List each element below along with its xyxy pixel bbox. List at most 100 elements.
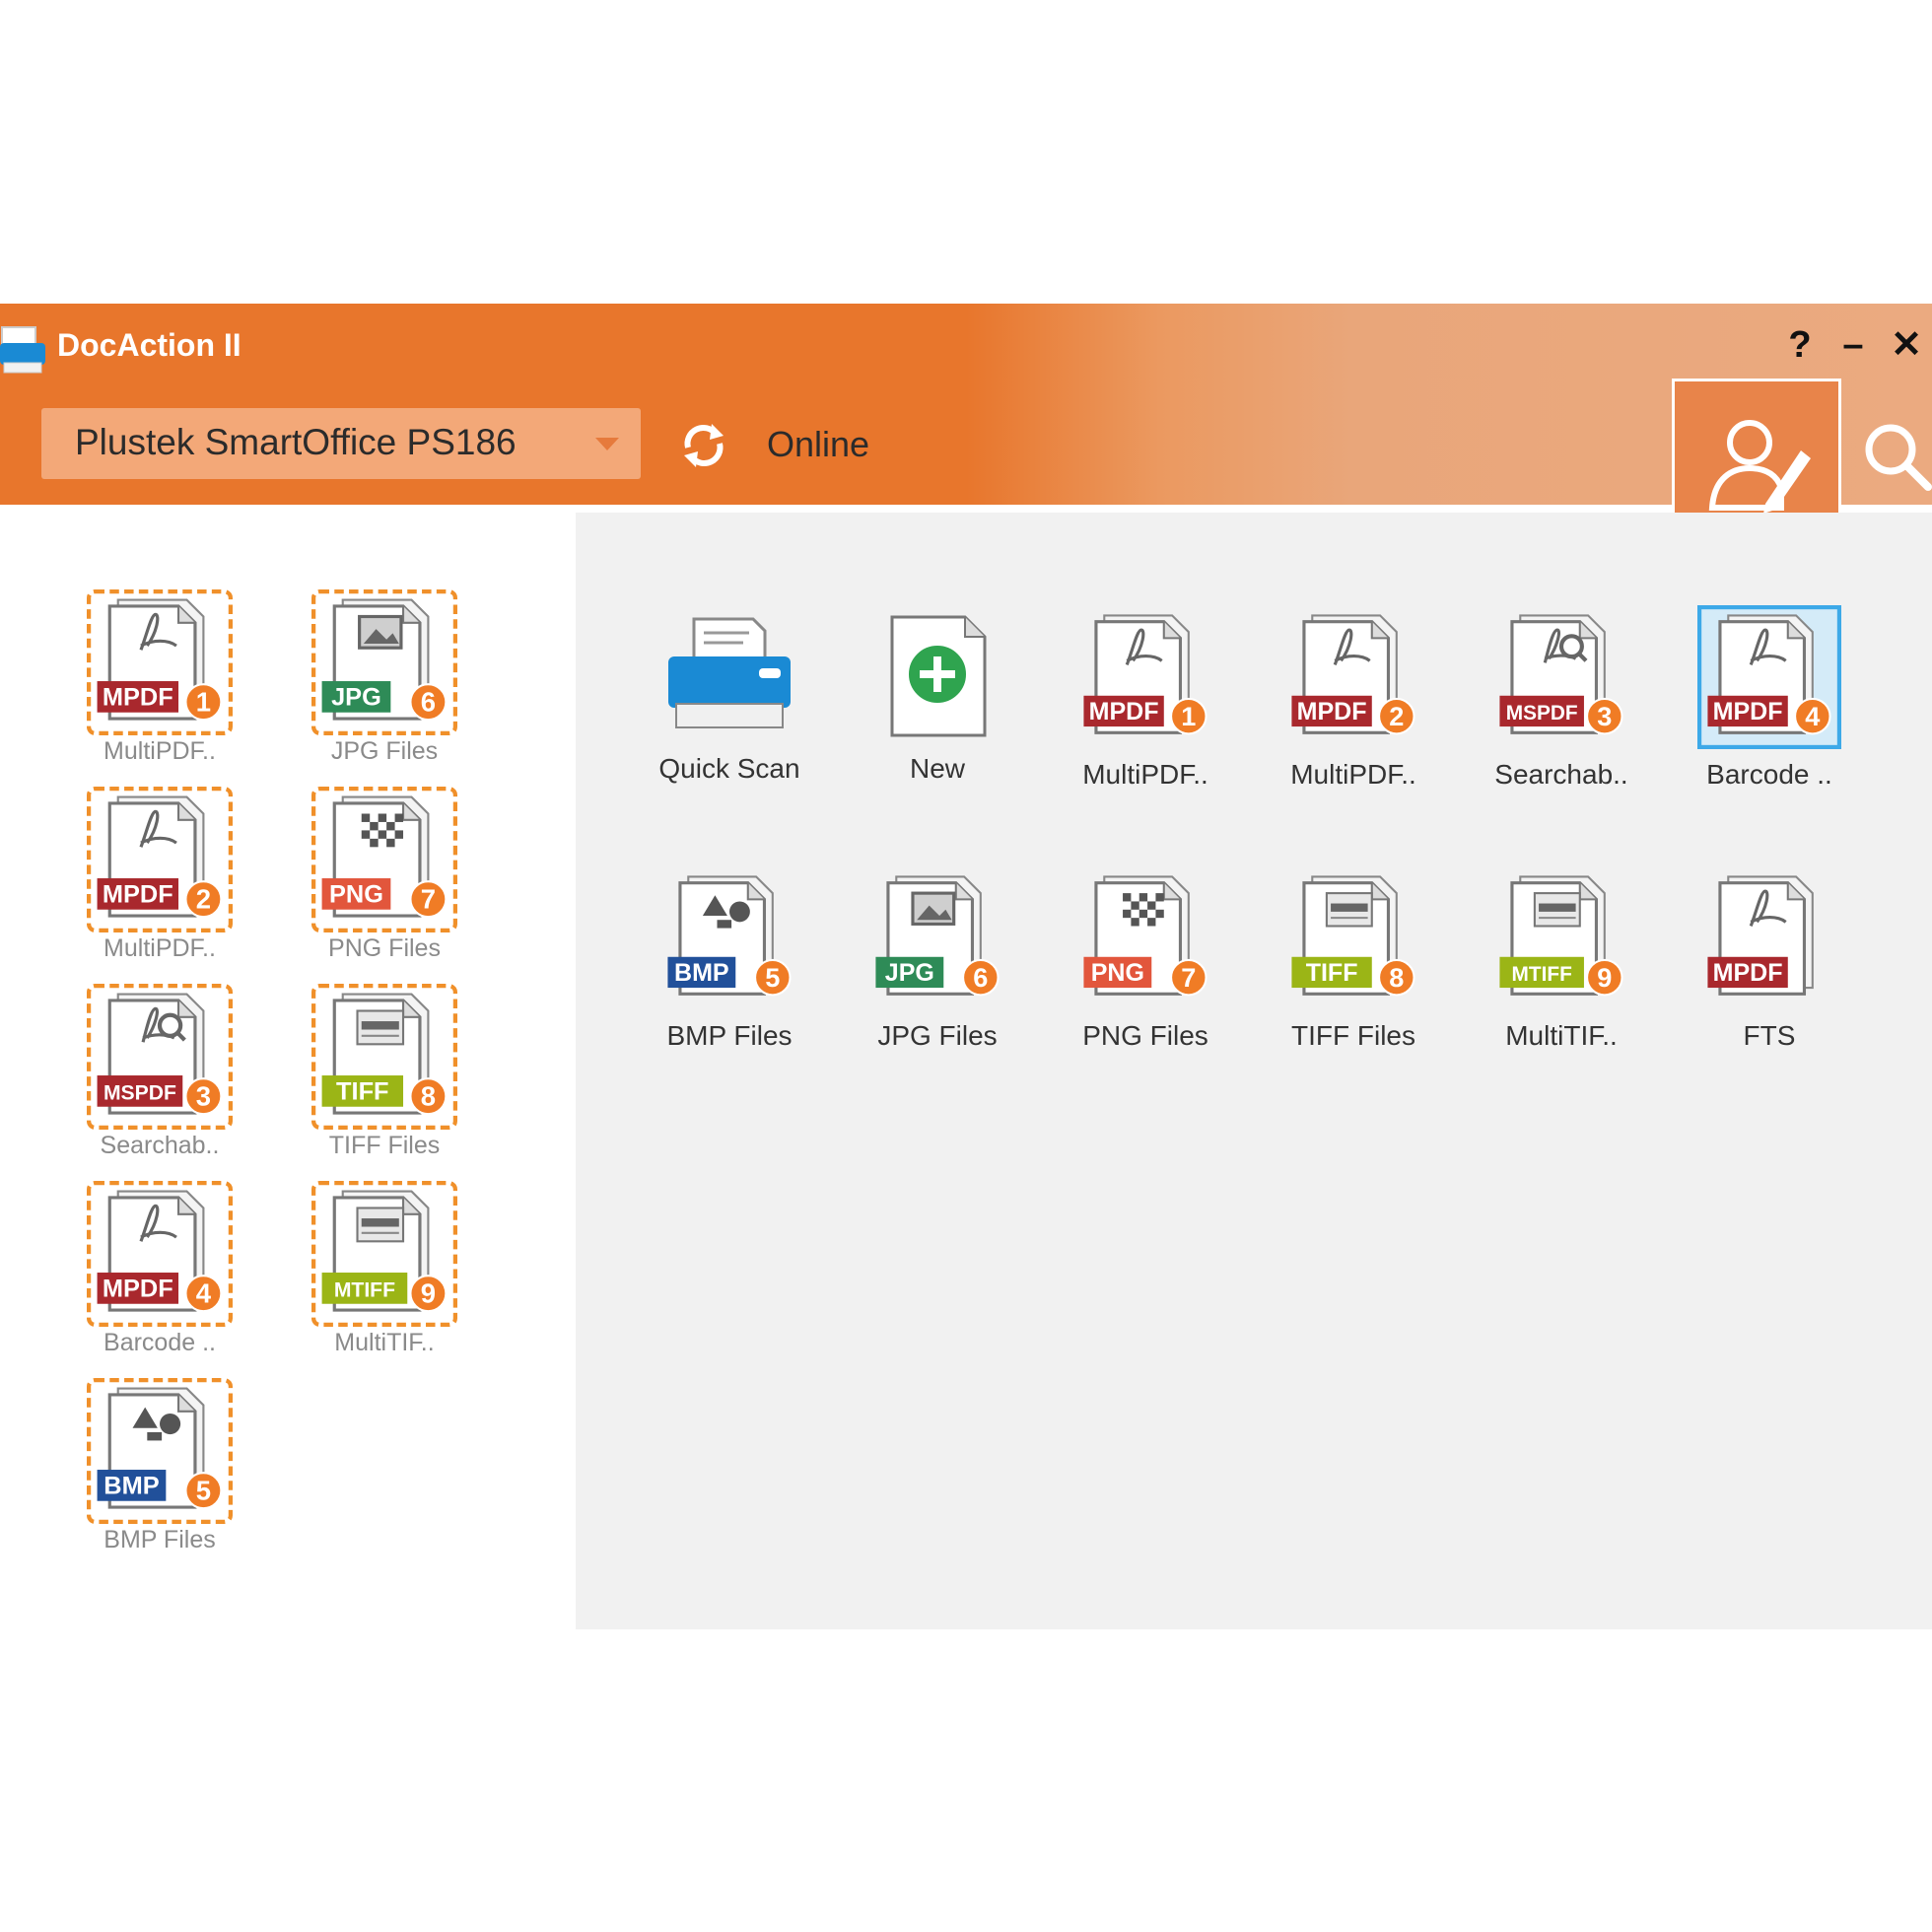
shortcut-label: MultiPDF..: [104, 737, 216, 765]
document-mspdf-icon: MSPDF 3: [1468, 605, 1655, 749]
minimize-button[interactable]: –: [1833, 325, 1873, 365]
shortcut-tile[interactable]: MPDF 4 Barcode ..: [81, 1181, 239, 1357]
svg-text:PNG: PNG: [329, 880, 383, 908]
svg-text:PNG: PNG: [1091, 959, 1144, 987]
svg-text:MTIFF: MTIFF: [1512, 963, 1572, 986]
document-mpdf-icon: MPDF 4: [81, 1181, 239, 1327]
device-select-value: Plustek SmartOffice PS186: [75, 422, 517, 462]
svg-text:5: 5: [765, 962, 780, 993]
document-mpdf-icon: MPDF 1: [81, 589, 239, 735]
help-button[interactable]: ?: [1780, 325, 1820, 365]
document-jpg-icon: JPG 6: [306, 589, 463, 735]
svg-text:1: 1: [196, 687, 211, 718]
title-toolbar: DocAction II ? – ✕ Plustek SmartOffice P…: [0, 304, 1932, 548]
action-tile[interactable]: MPDF FTS: [1676, 866, 1863, 1052]
svg-text:9: 9: [1597, 962, 1612, 993]
action-label: New: [909, 753, 965, 784]
action-tile[interactable]: MPDF 1 MultiPDF..: [1052, 605, 1239, 791]
app-title: DocAction II: [57, 327, 242, 363]
shortcut-label: PNG Files: [328, 934, 441, 962]
document-mtiff-icon: MTIFF 9: [306, 1181, 463, 1327]
svg-text:TIFF: TIFF: [1306, 959, 1358, 987]
svg-text:BMP: BMP: [104, 1472, 159, 1499]
new-button[interactable]: New: [844, 605, 1031, 785]
action-label: Searchab..: [1494, 759, 1628, 790]
svg-text:8: 8: [1389, 962, 1404, 993]
svg-text:MPDF: MPDF: [1713, 698, 1783, 725]
refresh-icon[interactable]: [676, 418, 731, 473]
shortcut-tile[interactable]: MPDF 1 MultiPDF..: [81, 589, 239, 766]
action-tile[interactable]: TIFF 8 TIFF Files: [1260, 866, 1447, 1052]
add-icon: [844, 605, 1031, 743]
svg-text:9: 9: [421, 1278, 436, 1309]
action-tile[interactable]: MPDF 4 Barcode ..: [1676, 605, 1863, 791]
action-label: Barcode ..: [1706, 759, 1832, 790]
scanner-app-icon: [0, 326, 45, 374]
svg-text:3: 3: [1597, 701, 1612, 731]
svg-text:6: 6: [973, 962, 988, 993]
svg-text:BMP: BMP: [674, 959, 729, 987]
document-tiff-icon: TIFF 8: [306, 984, 463, 1130]
svg-text:MPDF: MPDF: [103, 880, 173, 908]
svg-text:7: 7: [421, 884, 436, 915]
svg-text:TIFF: TIFF: [336, 1077, 389, 1105]
connection-status: Online: [767, 424, 870, 464]
svg-text:2: 2: [1389, 701, 1404, 731]
action-label: MultiPDF..: [1082, 759, 1208, 790]
shortcut-label: MultiTIF..: [334, 1329, 435, 1356]
shortcut-tile[interactable]: MTIFF 9 MultiTIF..: [306, 1181, 463, 1357]
action-tile[interactable]: MTIFF 9 MultiTIF..: [1468, 866, 1655, 1052]
document-png-icon: PNG 7: [306, 787, 463, 932]
svg-text:4: 4: [1805, 701, 1820, 731]
svg-text:JPG: JPG: [885, 959, 934, 987]
scanner-icon: [636, 605, 823, 743]
svg-text:2: 2: [196, 884, 211, 915]
chevron-down-icon: [595, 438, 619, 450]
svg-text:3: 3: [196, 1081, 211, 1112]
action-tile[interactable]: MSPDF 3 Searchab..: [1468, 605, 1655, 791]
document-mpdf-icon: MPDF 2: [1260, 605, 1447, 749]
shortcut-label: BMP Files: [104, 1526, 216, 1553]
svg-text:MPDF: MPDF: [1713, 959, 1783, 987]
svg-text:1: 1: [1181, 701, 1196, 731]
shortcut-tile[interactable]: MPDF 2 MultiPDF..: [81, 787, 239, 963]
svg-text:MPDF: MPDF: [1089, 698, 1159, 725]
svg-text:7: 7: [1181, 962, 1196, 993]
svg-text:MSPDF: MSPDF: [1506, 702, 1578, 724]
shortcut-tile[interactable]: PNG 7 PNG Files: [306, 787, 463, 963]
quick-scan-button[interactable]: Quick Scan: [636, 605, 823, 785]
close-button[interactable]: ✕: [1887, 325, 1926, 365]
svg-text:6: 6: [421, 687, 436, 718]
svg-text:JPG: JPG: [331, 683, 381, 711]
svg-text:MPDF: MPDF: [103, 683, 173, 711]
document-mpdf-icon: MPDF 1: [1052, 605, 1239, 749]
svg-text:8: 8: [421, 1081, 436, 1112]
search-icon[interactable]: [1859, 412, 1932, 491]
shortcut-label: Barcode ..: [104, 1329, 216, 1356]
action-label: BMP Files: [666, 1020, 793, 1051]
action-label: MultiTIF..: [1505, 1020, 1618, 1051]
document-mtiff-icon: MTIFF 9: [1468, 866, 1655, 1010]
action-tile[interactable]: JPG 6 JPG Files: [844, 866, 1031, 1052]
svg-text:4: 4: [196, 1278, 212, 1309]
shortcut-tile[interactable]: JPG 6 JPG Files: [306, 589, 463, 766]
shortcut-label: Searchab..: [100, 1132, 220, 1159]
document-mpdf-icon: MPDF 2: [81, 787, 239, 932]
shortcut-tile[interactable]: BMP 5 BMP Files: [81, 1378, 239, 1554]
shortcut-label: MultiPDF..: [104, 934, 216, 962]
shortcut-tile[interactable]: MSPDF 3 Searchab..: [81, 984, 239, 1160]
action-label: JPG Files: [877, 1020, 998, 1051]
svg-text:MPDF: MPDF: [1297, 698, 1367, 725]
action-tile[interactable]: MPDF 2 MultiPDF..: [1260, 605, 1447, 791]
action-tile[interactable]: PNG 7 PNG Files: [1052, 866, 1239, 1052]
device-select[interactable]: Plustek SmartOffice PS186: [41, 408, 641, 479]
document-bmp-icon: BMP 5: [636, 866, 823, 1010]
document-png-icon: PNG 7: [1052, 866, 1239, 1010]
document-jpg-icon: JPG 6: [844, 866, 1031, 1010]
document-mspdf-icon: MSPDF 3: [81, 984, 239, 1130]
svg-text:MPDF: MPDF: [103, 1275, 173, 1302]
shortcut-label: TIFF Files: [328, 1132, 441, 1159]
action-tile[interactable]: BMP 5 BMP Files: [636, 866, 823, 1052]
shortcut-label: JPG Files: [330, 737, 439, 765]
shortcut-tile[interactable]: TIFF 8 TIFF Files: [306, 984, 463, 1160]
